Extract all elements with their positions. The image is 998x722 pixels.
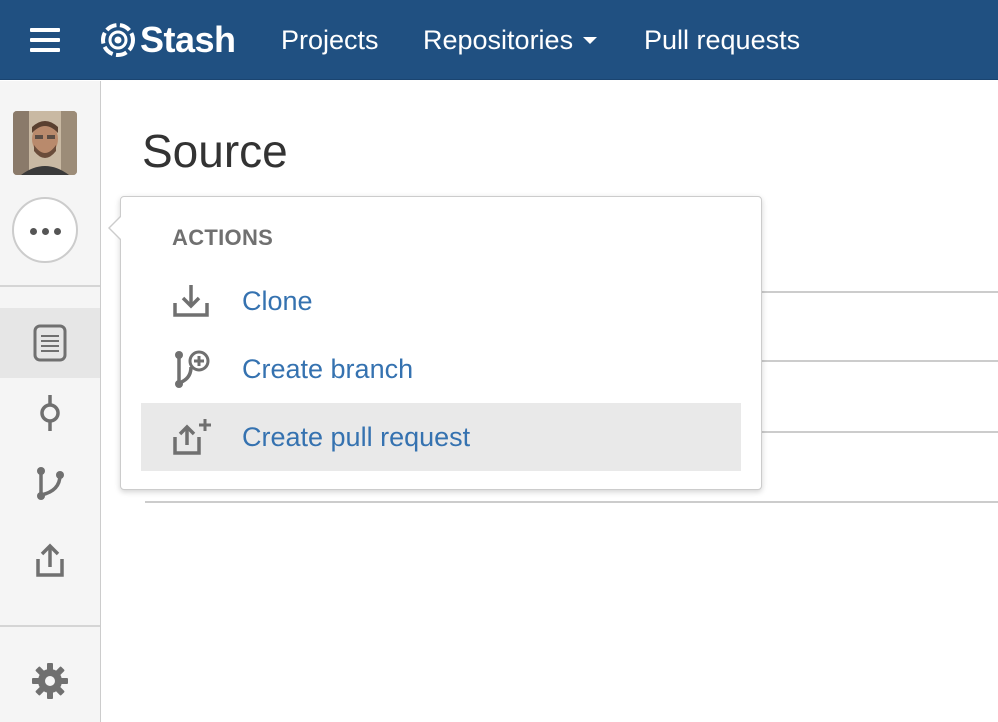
nav-pull-requests-label: Pull requests [644,25,801,55]
pull-request-icon [36,543,64,577]
chevron-down-icon [583,36,598,44]
action-create-branch[interactable]: Create branch [141,335,741,403]
sidebar-item-commits[interactable] [0,378,100,448]
create-branch-icon [175,350,210,388]
stash-logo[interactable]: Stash [100,18,236,62]
sidebar-item-pull-requests[interactable] [0,526,100,596]
table-divider [762,360,998,362]
dropdown-pointer-fill [110,216,122,240]
create-pull-request-icon [173,419,211,455]
commit-icon [40,395,60,431]
top-header: Stash Projects Repositories Pull request… [0,0,998,80]
action-clone-label: Clone [242,286,313,316]
table-divider [762,291,998,293]
sidebar-divider [0,285,100,287]
action-create-branch-label: Create branch [242,354,414,384]
stash-logo-icon [101,23,135,57]
table-divider [145,501,998,503]
page-title: Source [142,125,288,177]
action-clone[interactable]: Clone [141,267,741,335]
action-create-pull-request-label: Create pull request [242,422,471,452]
more-actions-button[interactable] [12,197,78,263]
nav-pull-requests[interactable]: Pull requests [644,22,800,58]
sidebar-divider [0,625,100,627]
hamburger-menu-icon[interactable] [22,22,68,58]
download-icon [173,285,209,317]
sidebar-item-branches[interactable] [0,448,100,518]
sidebar [0,81,101,722]
table-divider [762,431,998,433]
avatar[interactable] [13,111,77,175]
actions-dropdown: ACTIONS Clone Create branch Create pull … [108,196,762,490]
source-file-icon [33,324,67,362]
sidebar-item-source[interactable] [0,308,100,378]
brand-name: Stash [140,19,236,60]
nav-projects-label: Projects [281,25,379,55]
branch-icon [37,467,64,500]
action-create-pull-request[interactable]: Create pull request [141,403,741,471]
avatar-photo [13,111,77,175]
nav-repositories[interactable]: Repositories [423,22,598,58]
nav-repositories-label: Repositories [423,25,574,55]
actions-heading: ACTIONS [172,225,274,250]
sidebar-item-settings[interactable] [0,646,100,716]
nav-projects[interactable]: Projects [281,22,379,58]
settings-gear-icon [32,663,68,699]
